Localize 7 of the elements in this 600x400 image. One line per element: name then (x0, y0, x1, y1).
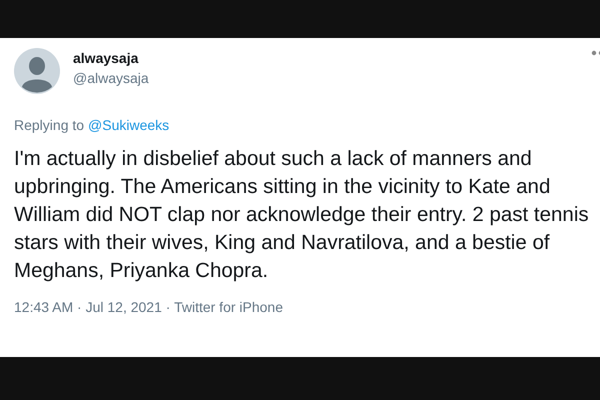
replying-to-label: Replying to (14, 117, 84, 133)
display-name[interactable]: alwaysaja (73, 50, 149, 66)
avatar-icon[interactable] (14, 48, 60, 94)
tweet-text: I'm actually in disbelief about such a lack of manners and upbringing. The Americans sitting in the vicinity to Kate and William did NOT clap nor acknowledge their entry. 2 past tennis stars with their wives, King and Navratilova, and a bestie of Meghans, Priyanka Chopra. (14, 146, 590, 284)
user-handle: @alwaysaja (73, 70, 149, 86)
more-icon[interactable] (591, 50, 600, 56)
tweet-timestamp: 12:43 AM · Jul 12, 2021 · Twitter for iPhone (14, 299, 284, 315)
